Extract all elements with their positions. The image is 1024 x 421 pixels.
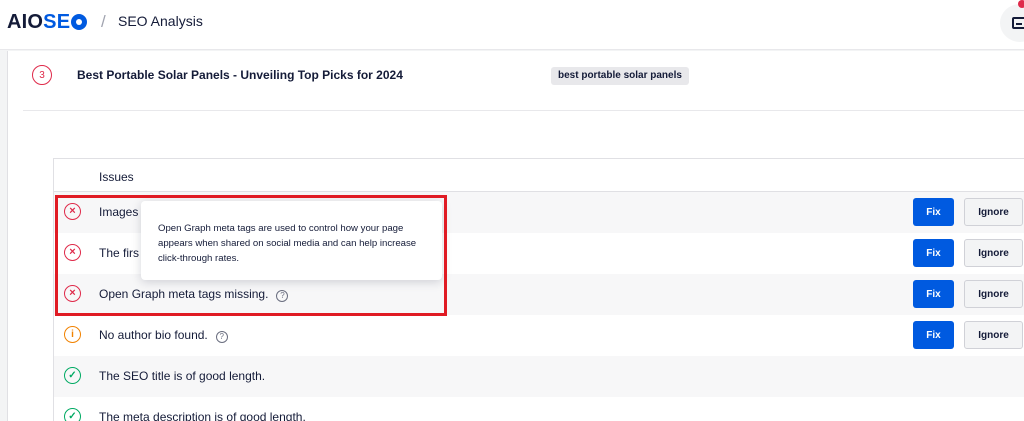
- check-icon: ✓: [64, 408, 81, 421]
- seo-score-badge: 3: [32, 65, 52, 85]
- top-bar: AIO SE / SEO Analysis: [0, 0, 1024, 50]
- issues-header-label: Issues: [99, 170, 134, 184]
- logo-gear-icon: [71, 14, 88, 30]
- post-title: Best Portable Solar Panels - Unveiling T…: [77, 68, 403, 82]
- highlight-box: [55, 195, 447, 316]
- ignore-button[interactable]: Ignore: [964, 198, 1023, 226]
- issues-table-header: Issues: [54, 159, 1024, 192]
- notifications-button[interactable]: [1000, 4, 1024, 42]
- aioseo-logo[interactable]: AIO SE: [7, 10, 88, 33]
- logo-text-aio: AIO: [7, 10, 44, 33]
- help-icon[interactable]: ?: [215, 331, 228, 343]
- check-icon: ✓: [64, 367, 81, 384]
- issue-text: No author bio found.?: [99, 328, 228, 343]
- issue-row-meta-description: ✓ The meta description is of good length…: [54, 397, 1024, 421]
- notification-dot: [1018, 0, 1024, 8]
- page-title: SEO Analysis: [118, 13, 203, 29]
- issue-text-label: No author bio found.: [99, 328, 208, 342]
- issue-text: The meta description is of good length.: [99, 410, 306, 421]
- inbox-icon: [1012, 17, 1024, 29]
- issue-row-author-bio: i No author bio found.? Fix Ignore: [54, 315, 1024, 356]
- focus-keyphrase-badge: best portable solar panels: [551, 67, 689, 85]
- fix-button[interactable]: Fix: [913, 321, 954, 349]
- issue-text: The SEO title is of good length.: [99, 369, 266, 383]
- issue-row-seo-title: ✓ The SEO title is of good length.: [54, 356, 1024, 397]
- ignore-button[interactable]: Ignore: [964, 239, 1023, 267]
- ignore-button[interactable]: Ignore: [964, 280, 1023, 308]
- post-row[interactable]: 3 Best Portable Solar Panels - Unveiling…: [23, 51, 1024, 111]
- logo-text-seo: SE: [43, 10, 71, 33]
- fix-button[interactable]: Fix: [913, 198, 954, 226]
- warning-icon: i: [64, 326, 81, 343]
- fix-button[interactable]: Fix: [913, 239, 954, 267]
- fix-button[interactable]: Fix: [913, 280, 954, 308]
- breadcrumb-separator: /: [101, 12, 106, 31]
- ignore-button[interactable]: Ignore: [964, 321, 1023, 349]
